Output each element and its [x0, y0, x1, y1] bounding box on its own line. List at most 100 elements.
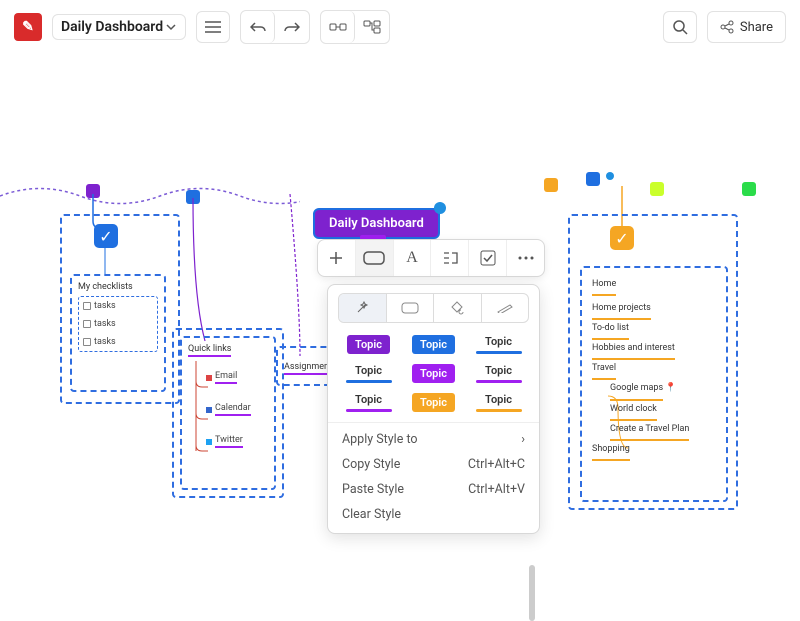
- checklist-header: My checklists: [78, 282, 158, 292]
- home-item[interactable]: Travel: [592, 360, 716, 380]
- app-logo: ✎: [14, 13, 42, 41]
- plus-icon: [328, 250, 344, 266]
- checklist-item[interactable]: tasks: [83, 336, 153, 348]
- more-icon: [518, 256, 534, 260]
- style-tabs: [338, 293, 529, 323]
- menu-apply-style[interactable]: Apply Style to›: [328, 427, 539, 452]
- shape-button[interactable]: [356, 240, 394, 276]
- undo-icon: [250, 21, 266, 33]
- wave-node[interactable]: [86, 184, 100, 198]
- checkbox-icon: [83, 302, 91, 310]
- style-panel: Topic Topic Topic Topic Topic Topic Topi…: [327, 284, 540, 534]
- insert-sibling-button[interactable]: [355, 11, 389, 43]
- chevron-down-icon: [165, 21, 177, 33]
- home-header: Home: [592, 276, 716, 296]
- text-style-button[interactable]: A: [394, 240, 432, 276]
- map-pin-icon: 📍: [665, 383, 676, 393]
- insert-child-icon: [329, 21, 347, 33]
- style-preset[interactable]: Topic: [470, 393, 527, 412]
- task-button[interactable]: [469, 240, 507, 276]
- wave-node[interactable]: [650, 182, 664, 196]
- wave-node[interactable]: [742, 182, 756, 196]
- menu-paste-style[interactable]: Paste StyleCtrl+Alt+V: [328, 477, 539, 502]
- home-node[interactable]: ✓: [610, 226, 634, 250]
- check-icon: [480, 250, 496, 266]
- email-icon: [206, 375, 212, 381]
- document-title: Daily Dashboard: [61, 19, 163, 35]
- tab-fill[interactable]: [434, 294, 482, 322]
- home-item[interactable]: Hobbies and interest: [592, 340, 716, 360]
- style-preset[interactable]: Topic: [405, 335, 462, 354]
- wave-node[interactable]: [586, 172, 600, 186]
- structure-icon: [442, 251, 458, 265]
- twitter-icon: [206, 439, 212, 445]
- style-preset[interactable]: Topic: [340, 335, 397, 354]
- share-icon: [720, 20, 734, 34]
- mindmap-canvas[interactable]: Daily Dashboard ✓ My checklists tasks ta…: [0, 46, 800, 512]
- wave-node[interactable]: [186, 190, 200, 204]
- style-preset[interactable]: Topic: [340, 393, 397, 412]
- format-toolbar: A: [317, 239, 545, 277]
- add-topic-button[interactable]: [318, 240, 356, 276]
- insert-group: [320, 10, 390, 44]
- checklist-node[interactable]: ✓: [94, 224, 118, 248]
- style-scrollbar[interactable]: [529, 565, 535, 621]
- calendar-icon: [206, 407, 212, 413]
- structure-button[interactable]: [431, 240, 469, 276]
- checklist-item[interactable]: tasks: [83, 318, 153, 330]
- document-title-dropdown[interactable]: Daily Dashboard: [52, 14, 186, 40]
- text-icon: A: [406, 249, 418, 267]
- checklist-inner[interactable]: My checklists tasks tasks tasks: [70, 274, 166, 392]
- wave-connector: [0, 181, 300, 211]
- style-preset[interactable]: Topic: [405, 393, 462, 412]
- link-item[interactable]: Calendar: [206, 402, 251, 417]
- checklist-items: tasks tasks tasks: [78, 296, 158, 352]
- menu-button[interactable]: [196, 11, 230, 43]
- style-preset[interactable]: Topic: [470, 364, 527, 383]
- fill-icon: [450, 301, 464, 315]
- tab-magic[interactable]: [339, 294, 387, 322]
- wand-icon: [355, 301, 369, 315]
- wave-node[interactable]: [544, 178, 558, 192]
- style-preset[interactable]: Topic: [340, 364, 397, 383]
- home-item[interactable]: To-do list: [592, 320, 716, 340]
- wave-node-badge: [606, 172, 614, 180]
- travel-sub-item[interactable]: Google maps 📍: [610, 380, 716, 400]
- style-preset[interactable]: Topic: [470, 335, 527, 354]
- search-icon: [672, 19, 688, 35]
- style-preset[interactable]: Topic: [405, 364, 462, 383]
- checklist-item[interactable]: tasks: [83, 300, 153, 312]
- checkbox-icon: [83, 320, 91, 328]
- home-item[interactable]: Shopping: [592, 441, 716, 461]
- travel-sub-item[interactable]: World clock: [610, 401, 716, 421]
- style-grid: Topic Topic Topic Topic Topic Topic Topi…: [328, 331, 539, 422]
- hamburger-icon: [205, 21, 221, 33]
- checkbox-icon: [83, 338, 91, 346]
- style-menu: Apply Style to› Copy StyleCtrl+Alt+C Pas…: [328, 422, 539, 527]
- more-button[interactable]: [507, 240, 544, 276]
- menu-clear-style[interactable]: Clear Style: [328, 502, 539, 527]
- insert-sibling-icon: [363, 20, 381, 34]
- quick-links-header: Quick links: [188, 344, 268, 357]
- insert-child-button[interactable]: [321, 11, 355, 43]
- tab-line[interactable]: [482, 294, 529, 322]
- chevron-right-icon: ›: [521, 432, 525, 447]
- link-item[interactable]: Twitter: [206, 434, 243, 449]
- rect-icon: [363, 251, 385, 265]
- search-button[interactable]: [663, 11, 697, 43]
- shape-icon: [401, 302, 419, 314]
- quick-links-inner[interactable]: Quick links Email Calendar Twitter: [180, 336, 276, 490]
- share-label: Share: [740, 20, 773, 35]
- undo-button[interactable]: [241, 11, 275, 43]
- home-item[interactable]: Home projects: [592, 300, 716, 320]
- link-item[interactable]: Email: [206, 370, 237, 385]
- tab-shape[interactable]: [387, 294, 435, 322]
- menu-copy-style[interactable]: Copy StyleCtrl+Alt+C: [328, 452, 539, 477]
- home-inner[interactable]: Home Home projects To-do list Hobbies an…: [580, 266, 728, 502]
- redo-button[interactable]: [275, 11, 309, 43]
- travel-sub-item[interactable]: Create a Travel Plan: [610, 421, 716, 441]
- undo-redo-group: [240, 10, 310, 44]
- redo-icon: [284, 21, 300, 33]
- pen-icon: [497, 303, 513, 313]
- share-button[interactable]: Share: [707, 11, 786, 43]
